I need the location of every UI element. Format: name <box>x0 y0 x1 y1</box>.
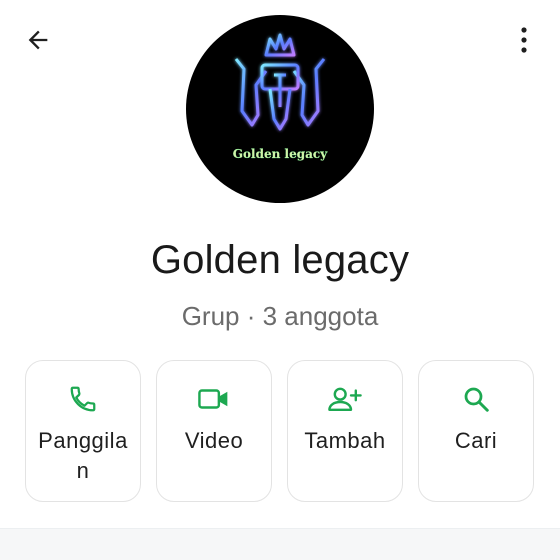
back-button[interactable] <box>20 24 56 56</box>
search-button[interactable]: Cari <box>418 360 534 502</box>
more-options-button[interactable] <box>508 24 540 56</box>
video-call-button[interactable]: Video <box>156 360 272 502</box>
arrow-left-icon <box>28 30 48 50</box>
add-member-label: Tambah <box>304 428 386 453</box>
svg-text:Golden legacy: Golden legacy <box>233 147 328 161</box>
next-section-background <box>0 529 560 560</box>
video-icon <box>198 389 228 409</box>
video-label: Video <box>184 428 244 453</box>
call-button[interactable]: Panggilan <box>25 360 141 502</box>
add-person-icon <box>328 387 362 411</box>
action-buttons-row: Panggilan Video Tambah Cari <box>25 360 535 502</box>
search-icon <box>464 387 489 412</box>
group-logo: Golden legacy <box>233 33 328 161</box>
group-avatar[interactable]: Golden legacy <box>186 15 374 203</box>
group-name: Golden legacy <box>150 238 410 282</box>
add-member-button[interactable]: Tambah <box>287 360 403 502</box>
phone-icon <box>70 386 96 412</box>
more-vert-icon <box>521 27 527 53</box>
group-member-count[interactable]: Grup · 3 anggota <box>0 301 560 332</box>
call-label: Panggilan <box>38 428 128 483</box>
search-label: Cari <box>454 428 498 453</box>
